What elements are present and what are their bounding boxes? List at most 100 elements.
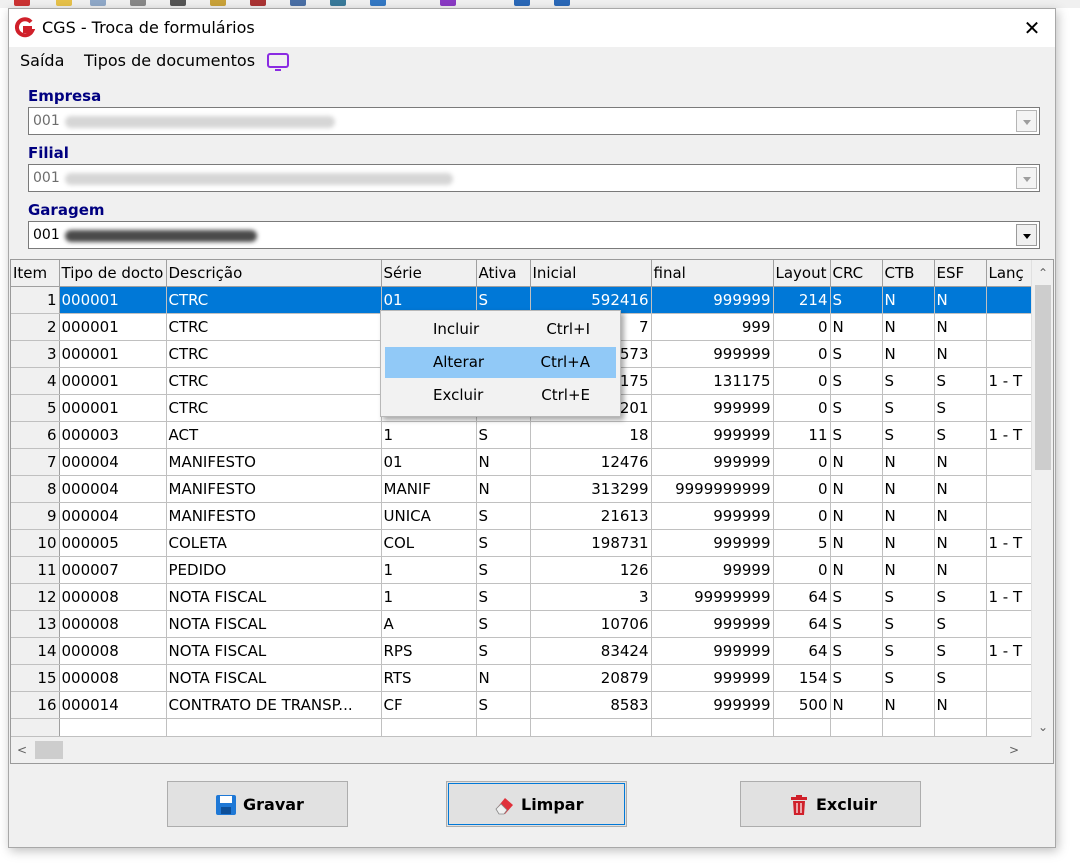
table-cell[interactable]: 0 xyxy=(773,394,831,422)
table-row[interactable]: 14 000008 NOTA FISCAL RPS S 83424 999999 64 S S S 1… xyxy=(11,637,1032,665)
table-cell[interactable]: 12476 xyxy=(530,448,652,476)
table-cell[interactable]: 1 - T xyxy=(986,421,1032,449)
table-cell[interactable] xyxy=(986,394,1032,422)
table-cell[interactable]: 999999 xyxy=(651,448,774,476)
table-cell[interactable]: N xyxy=(934,691,987,719)
column-header[interactable]: final xyxy=(651,260,774,287)
table-cell[interactable]: N xyxy=(830,556,883,584)
table-row[interactable]: 9 000004 MANIFESTO UNICA S 21613 999999 0 N N N xyxy=(11,502,1032,530)
table-cell[interactable]: S xyxy=(934,367,987,395)
row-number-cell[interactable]: 14 xyxy=(11,637,60,665)
table-cell[interactable]: NOTA FISCAL xyxy=(166,583,382,611)
table-cell[interactable]: NOTA FISCAL xyxy=(166,610,382,638)
table-cell[interactable]: 64 xyxy=(773,610,831,638)
table-cell[interactable]: N xyxy=(882,340,935,368)
table-cell[interactable]: 64 xyxy=(773,637,831,665)
table-cell[interactable]: 000001 xyxy=(59,367,167,395)
column-header[interactable]: Série xyxy=(381,260,477,287)
table-cell[interactable] xyxy=(986,610,1032,638)
table-cell[interactable]: 000001 xyxy=(59,286,167,314)
row-number-cell[interactable]: 15 xyxy=(11,664,60,692)
table-cell[interactable]: 999999 xyxy=(651,529,774,557)
table-cell[interactable]: CONTRATO DE TRANSP... xyxy=(166,691,382,719)
table-cell[interactable]: RTS xyxy=(381,664,477,692)
table-cell[interactable]: 0 xyxy=(773,367,831,395)
horizontal-scroll-thumb[interactable] xyxy=(35,741,63,759)
table-cell[interactable]: 154 xyxy=(773,664,831,692)
table-cell[interactable]: N xyxy=(830,502,883,530)
table-cell[interactable] xyxy=(986,475,1032,503)
column-header[interactable]: Lanç xyxy=(986,260,1032,287)
context-menu-alterar[interactable]: Alterar Ctrl+A xyxy=(385,347,616,378)
table-cell[interactable]: 1 - T xyxy=(986,637,1032,665)
table-cell[interactable]: N xyxy=(882,502,935,530)
table-cell[interactable]: S xyxy=(476,691,531,719)
table-row[interactable]: 7 000004 MANIFESTO 01 N 12476 999999 0 N N N xyxy=(11,448,1032,476)
row-number-cell[interactable]: 10 xyxy=(11,529,60,557)
table-cell[interactable]: S xyxy=(882,367,935,395)
table-cell[interactable]: 1 xyxy=(381,583,477,611)
table-cell[interactable]: 99999999 xyxy=(651,583,774,611)
table-cell[interactable]: CTRC xyxy=(166,340,382,368)
table-cell[interactable]: N xyxy=(476,448,531,476)
table-cell[interactable]: S xyxy=(830,610,883,638)
table-cell[interactable]: 18 xyxy=(530,421,652,449)
row-number-cell[interactable]: 13 xyxy=(11,610,60,638)
table-cell[interactable]: 9999999999 xyxy=(651,475,774,503)
table-cell[interactable]: 1 - T xyxy=(986,367,1032,395)
table-cell[interactable] xyxy=(986,448,1032,476)
table-cell[interactable]: 8583 xyxy=(530,691,652,719)
table-cell[interactable]: 999999 xyxy=(651,286,774,314)
table-cell[interactable]: 000004 xyxy=(59,502,167,530)
table-cell[interactable]: S xyxy=(934,421,987,449)
column-header[interactable]: ESF xyxy=(934,260,987,287)
column-header[interactable]: Descrição xyxy=(166,260,382,287)
table-cell[interactable] xyxy=(986,502,1032,530)
table-cell[interactable]: S xyxy=(882,610,935,638)
table-cell[interactable]: 000004 xyxy=(59,475,167,503)
table-cell[interactable]: ACT xyxy=(166,421,382,449)
table-cell[interactable]: MANIF xyxy=(381,475,477,503)
table-cell[interactable] xyxy=(986,313,1032,341)
table-cell[interactable]: 000008 xyxy=(59,664,167,692)
table-cell[interactable]: 0 xyxy=(773,556,831,584)
empresa-dropdown-button[interactable] xyxy=(1016,110,1037,132)
column-header[interactable]: Layout xyxy=(773,260,831,287)
table-cell[interactable]: N xyxy=(882,556,935,584)
table-cell[interactable]: N xyxy=(882,691,935,719)
table-cell[interactable]: S xyxy=(830,394,883,422)
table-cell[interactable]: 000001 xyxy=(59,394,167,422)
empresa-combo[interactable]: 001 xyxy=(28,107,1040,135)
table-cell[interactable]: 131175 xyxy=(651,367,774,395)
table-cell[interactable]: 999999 xyxy=(651,691,774,719)
context-menu-excluir[interactable]: Excluir Ctrl+E xyxy=(385,380,616,411)
table-cell[interactable]: 999999 xyxy=(651,664,774,692)
table-cell[interactable]: N xyxy=(934,448,987,476)
garagem-combo[interactable]: 001 xyxy=(28,221,1040,249)
table-cell[interactable]: 000014 xyxy=(59,691,167,719)
column-header[interactable]: Ativa xyxy=(476,260,531,287)
table-cell[interactable]: N xyxy=(934,556,987,584)
table-cell[interactable]: 01 xyxy=(381,286,477,314)
table-cell[interactable]: S xyxy=(830,421,883,449)
table-cell[interactable]: 999999 xyxy=(651,394,774,422)
row-number-cell[interactable]: 7 xyxy=(11,448,60,476)
row-number-cell[interactable]: 2 xyxy=(11,313,60,341)
column-header[interactable]: CTB xyxy=(882,260,935,287)
table-row[interactable]: 16 000014 CONTRATO DE TRANSP... CF S 8583 9999… xyxy=(11,691,1032,719)
table-cell[interactable]: S xyxy=(476,502,531,530)
table-row[interactable]: 15 000008 NOTA FISCAL RTS N 20879 999999 154 S S S xyxy=(11,664,1032,692)
table-cell[interactable]: N xyxy=(934,502,987,530)
table-cell[interactable]: RPS xyxy=(381,637,477,665)
filial-combo[interactable]: 001 xyxy=(28,164,1040,192)
table-cell[interactable]: 198731 xyxy=(530,529,652,557)
table-cell[interactable]: N xyxy=(830,691,883,719)
table-cell[interactable]: S xyxy=(934,637,987,665)
scroll-down-icon[interactable]: ⌄ xyxy=(1032,716,1053,738)
table-cell[interactable]: 10706 xyxy=(530,610,652,638)
column-header[interactable]: Tipo de docto xyxy=(59,260,167,287)
table-cell[interactable]: 0 xyxy=(773,313,831,341)
context-menu-incluir[interactable]: Incluir Ctrl+I xyxy=(385,314,616,345)
vertical-scrollbar[interactable]: ⌃ ⌄ xyxy=(1031,260,1053,738)
table-cell[interactable]: N xyxy=(934,340,987,368)
